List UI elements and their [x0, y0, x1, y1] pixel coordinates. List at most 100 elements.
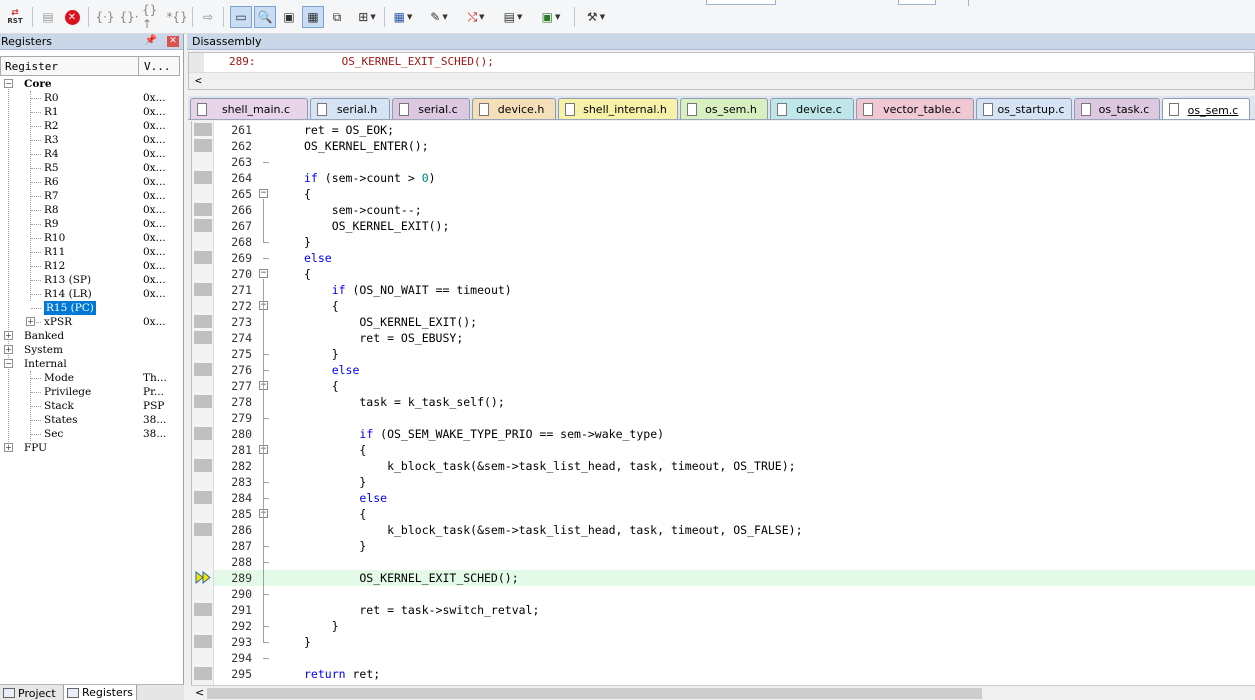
register-value[interactable]: 0x... — [143, 259, 166, 273]
registers-window-button[interactable]: ▦ — [302, 6, 324, 28]
register-value[interactable]: 0x... — [143, 147, 166, 161]
tree-group-internal[interactable]: − Internal — [0, 357, 184, 371]
code-line[interactable]: 295 return ret; — [214, 666, 1255, 682]
tree-group-banked[interactable]: + Banked — [0, 329, 184, 343]
scroll-left-icon[interactable]: < — [195, 74, 202, 87]
disassembly-scrollbar[interactable]: < — [189, 72, 1254, 89]
code-line[interactable]: 285− { — [214, 506, 1255, 522]
file-tab[interactable]: serial.c — [392, 98, 470, 119]
serial-window-button[interactable]: ✎ ▼ — [424, 6, 454, 28]
register-value[interactable]: 0x... — [143, 161, 166, 175]
breakpoint-gutter[interactable] — [192, 121, 214, 685]
fold-collapse-icon[interactable]: − — [259, 269, 268, 278]
register-value[interactable]: 0x... — [143, 287, 166, 301]
code-line[interactable]: 279 — [214, 410, 1255, 426]
tab-registers[interactable]: Registers — [63, 685, 137, 700]
register-row[interactable]: R11 0x... — [0, 245, 184, 259]
expand-icon[interactable]: + — [26, 317, 35, 326]
command-window-button[interactable]: ▭ — [230, 6, 252, 28]
code-line[interactable]: 294 — [214, 650, 1255, 666]
register-value[interactable]: 0x... — [143, 189, 166, 203]
code-line[interactable]: 281− { — [214, 442, 1255, 458]
register-value[interactable]: 0x... — [143, 133, 166, 147]
collapse-icon[interactable]: − — [4, 79, 13, 88]
register-row[interactable]: R15 (PC) 0x... — [0, 301, 184, 315]
register-row[interactable]: R4 0x... — [0, 147, 184, 161]
expand-icon[interactable]: + — [4, 345, 13, 354]
code-line[interactable]: 288 — [214, 554, 1255, 570]
file-tab[interactable]: os_sem.h — [680, 98, 768, 119]
column-register[interactable]: Register — [5, 60, 58, 73]
code-line[interactable]: 280 if (OS_SEM_WAKE_TYPE_PRIO == sem->wa… — [214, 426, 1255, 442]
code-line[interactable]: 264 if (sem->count > 0) — [214, 170, 1255, 186]
register-row[interactable]: R6 0x... — [0, 175, 184, 189]
file-tab[interactable]: shell_main.c — [190, 98, 308, 119]
register-row[interactable]: R12 0x... — [0, 259, 184, 273]
step-into-button[interactable]: {·} — [94, 6, 116, 28]
register-value[interactable]: 0x... — [143, 231, 166, 245]
expand-icon[interactable]: + — [4, 331, 13, 340]
internal-row[interactable]: Stack PSP — [0, 399, 184, 413]
code-line[interactable]: 265− { — [214, 186, 1255, 202]
register-row[interactable]: R1 0x... — [0, 105, 184, 119]
file-tab[interactable]: os_sem.c — [1162, 98, 1250, 119]
step-over-button[interactable]: {}· — [118, 6, 140, 28]
register-value[interactable]: 0x... — [143, 91, 166, 105]
file-tab[interactable]: serial.h — [310, 98, 390, 119]
register-value[interactable]: 0x... — [143, 203, 166, 217]
code-line[interactable]: 263 — [214, 154, 1255, 170]
call-stack-window-button[interactable]: ⧉ — [326, 6, 348, 28]
register-value[interactable]: 0x... — [143, 315, 166, 329]
file-tab[interactable]: device.h — [472, 98, 556, 119]
code-line[interactable]: 266 sem->count--; — [214, 202, 1255, 218]
register-value[interactable]: 0x... — [143, 273, 166, 287]
scrollbar-thumb[interactable] — [207, 688, 982, 699]
register-row[interactable]: R14 (LR) 0x... — [0, 287, 184, 301]
disassembly-line[interactable]: 289: OS_KERNEL_EXIT_SCHED(); — [229, 55, 494, 68]
code-line[interactable]: 287 } — [214, 538, 1255, 554]
fold-collapse-icon[interactable]: − — [259, 189, 268, 198]
code-line[interactable]: 270− { — [214, 266, 1255, 282]
internal-row[interactable]: States 38... — [0, 413, 184, 427]
run-to-cursor-button[interactable]: *{} — [166, 6, 188, 28]
step-out-button[interactable]: {}↑ — [142, 3, 164, 31]
file-tab[interactable]: shell_internal.h — [558, 98, 678, 119]
code-line[interactable]: 286 k_block_task(&sem->task_list_head, t… — [214, 522, 1255, 538]
show-next-statement-button[interactable]: ⇨ — [198, 6, 218, 28]
register-value[interactable]: 0x... — [143, 105, 166, 119]
scroll-left-icon[interactable]: < — [195, 686, 204, 699]
code-line[interactable]: 283 } — [214, 474, 1255, 490]
code-line[interactable]: 289 OS_KERNEL_EXIT_SCHED(); — [214, 570, 1255, 586]
pin-icon[interactable]: 📌 — [145, 35, 157, 46]
code-line[interactable]: 292 } — [214, 618, 1255, 634]
memory-window-button[interactable]: ▦ ▼ — [388, 6, 418, 28]
code-line[interactable]: 293} — [214, 634, 1255, 650]
file-tab[interactable]: vector_table.c — [856, 98, 974, 119]
internal-row[interactable]: Privilege Pr... — [0, 385, 184, 399]
tab-project[interactable]: Project — [0, 685, 62, 700]
register-value[interactable]: 0x... — [143, 175, 166, 189]
code-line[interactable]: 268} — [214, 234, 1255, 250]
code-line[interactable]: 269 else — [214, 250, 1255, 266]
trace-windows-button[interactable]: ▤ ▼ — [498, 6, 528, 28]
code-line[interactable]: 290 — [214, 586, 1255, 602]
internal-row[interactable]: Sec 38... — [0, 427, 184, 441]
symbols-window-button[interactable]: ▣ — [278, 6, 300, 28]
reset-cpu-button[interactable]: ⇄ RST — [4, 6, 26, 28]
register-row[interactable]: R10 0x... — [0, 231, 184, 245]
file-tab[interactable]: os_startup.c — [976, 98, 1072, 119]
tree-group-core[interactable]: − Core — [0, 77, 184, 91]
register-row[interactable]: R8 0x... — [0, 203, 184, 217]
column-value[interactable]: V... — [144, 60, 171, 73]
code-line[interactable]: 275 } — [214, 346, 1255, 362]
analysis-windows-button[interactable]: ⤭ ▼ — [460, 6, 492, 28]
run-button[interactable]: ▤ — [38, 6, 58, 28]
code-line[interactable]: 273 OS_KERNEL_EXIT(); — [214, 314, 1255, 330]
register-value[interactable]: 0x... — [143, 119, 166, 133]
register-row[interactable]: R2 0x... — [0, 119, 184, 133]
code-editor[interactable]: 261 ret = OS_EOK; 262 OS_KERNEL_ENTER(); 263… — [191, 121, 1255, 685]
register-row[interactable]: + xPSR 0x... — [0, 315, 184, 329]
code-line[interactable]: 262 OS_KERNEL_ENTER(); — [214, 138, 1255, 154]
code-line[interactable]: 271 if (OS_NO_WAIT == timeout) — [214, 282, 1255, 298]
expand-icon[interactable]: + — [4, 443, 13, 452]
